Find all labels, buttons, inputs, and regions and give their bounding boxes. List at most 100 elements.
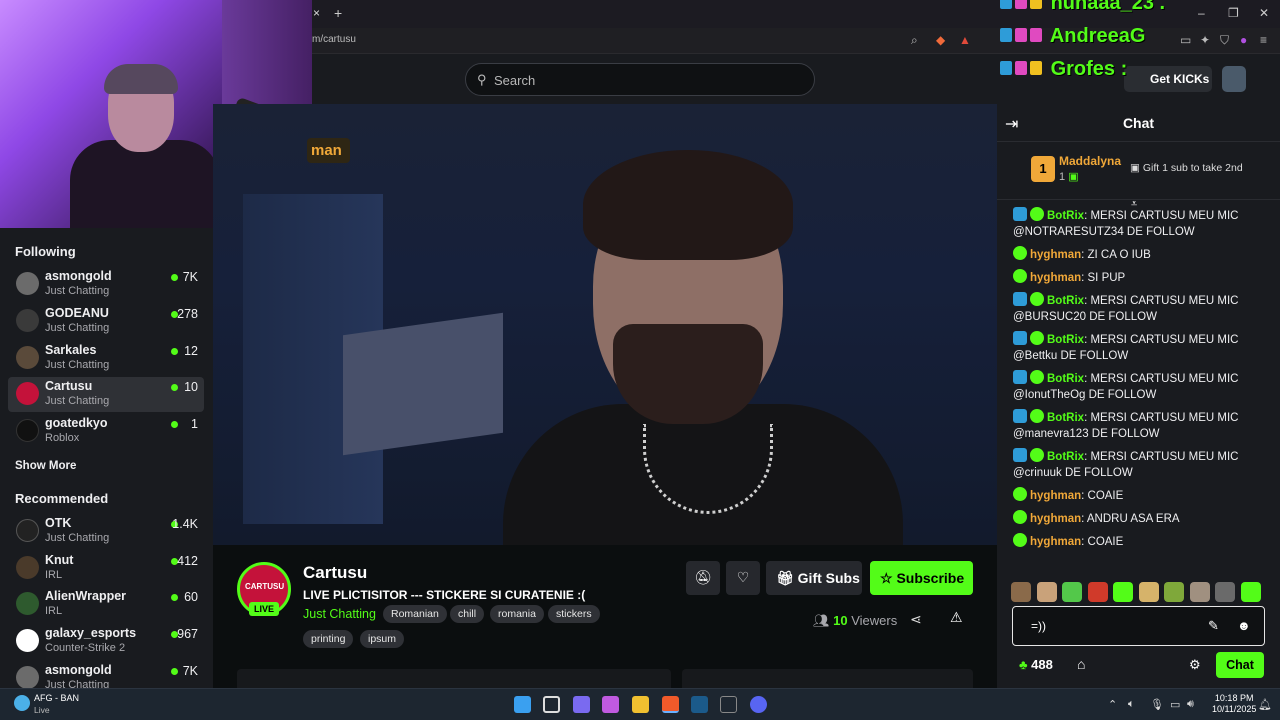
stream-tag[interactable]: chill xyxy=(450,605,485,623)
new-tab-button[interactable]: + xyxy=(334,5,342,21)
copilot-icon[interactable] xyxy=(573,696,590,713)
speaker-icon[interactable]: 🔈︎ xyxy=(1128,698,1135,711)
start-icon[interactable] xyxy=(514,696,531,713)
close-window-button[interactable]: ✕ xyxy=(1259,6,1269,20)
emote-icon[interactable] xyxy=(1011,582,1031,602)
translate-icon[interactable]: ✎ xyxy=(1208,618,1219,634)
follow-button[interactable]: ♡ xyxy=(726,561,760,595)
webcam-person-body xyxy=(70,140,220,228)
chat-username[interactable]: BotRix xyxy=(1047,210,1084,222)
stream-category-link[interactable]: Just Chatting xyxy=(303,607,376,621)
sidebar-channel[interactable]: GODEANU Just Chatting 278 xyxy=(8,304,204,339)
send-chat-button[interactable]: Chat xyxy=(1216,652,1264,678)
quick-emotes xyxy=(1011,582,1267,604)
wallet-icon[interactable]: ⛉ xyxy=(1220,33,1229,48)
emote-icon[interactable] xyxy=(1087,582,1108,602)
emote-icon[interactable] xyxy=(1062,582,1082,602)
emoji-icon[interactable]: ☻ xyxy=(1237,618,1251,633)
zoom-icon[interactable]: ⌕ xyxy=(911,33,918,48)
chat-username[interactable]: BotRix xyxy=(1047,412,1084,424)
sidebar-channel[interactable]: asmongold Just Chatting 7K xyxy=(8,267,204,302)
rewards-icon[interactable]: ▲ xyxy=(959,33,971,47)
brave-browser-icon[interactable] xyxy=(662,696,679,713)
show-more-link[interactable]: Show More xyxy=(15,460,76,472)
user-avatar[interactable] xyxy=(1222,66,1246,92)
chat-username[interactable]: hyghman xyxy=(1030,272,1081,284)
discord-icon[interactable] xyxy=(750,696,767,713)
extensions-icon[interactable]: ✦ xyxy=(1200,33,1210,47)
sidebar-channel[interactable]: galaxy_esports Counter-Strike 2 967 xyxy=(8,624,204,659)
viewers-label: Viewers xyxy=(851,613,898,628)
subscribe-button[interactable]: ☆ Subscribe xyxy=(870,561,973,595)
chat-username[interactable]: hyghman xyxy=(1030,249,1081,261)
stream-tag[interactable]: printing xyxy=(303,630,354,648)
network-icon[interactable]: ▭ xyxy=(1170,698,1180,711)
sidebar-channel[interactable]: goatedkyo Roblox 1 xyxy=(8,414,204,449)
leader-username[interactable]: Maddalyna xyxy=(1059,154,1121,168)
bot-badge-icon xyxy=(1013,292,1027,306)
tray-chevron-icon[interactable]: ⌃ xyxy=(1108,698,1117,711)
emote-icon[interactable] xyxy=(1138,582,1159,602)
emote-icon[interactable] xyxy=(1164,582,1184,602)
chat-username[interactable]: hyghman xyxy=(1030,513,1081,525)
report-icon[interactable]: ⚠ xyxy=(950,609,963,626)
avatar xyxy=(16,592,39,615)
video-background-box xyxy=(343,312,503,456)
chat-username[interactable]: BotRix xyxy=(1047,451,1084,463)
chat-username[interactable]: BotRix xyxy=(1047,373,1084,385)
chat-message: hyghman: SI PUP xyxy=(997,266,1280,289)
file-explorer-icon[interactable] xyxy=(632,696,649,713)
live-dot-icon xyxy=(171,348,178,355)
teams-icon[interactable] xyxy=(602,696,619,713)
emote-icon[interactable] xyxy=(1036,582,1057,602)
brave-shield-icon[interactable]: ◆ xyxy=(936,33,945,47)
clock[interactable]: 10:18 PM 10/11/2025 xyxy=(1212,693,1256,715)
sidebar-icon[interactable]: ▭ xyxy=(1180,33,1191,47)
emote-icon[interactable] xyxy=(1215,582,1235,602)
channel-name[interactable]: Cartusu xyxy=(303,563,367,583)
points-icon: ♣ xyxy=(1019,657,1028,672)
menu-icon[interactable]: ≡ xyxy=(1260,33,1267,47)
sidebar-channel[interactable]: OTK Just Chatting 1.4K xyxy=(8,514,204,549)
emote-icon[interactable] xyxy=(1240,582,1261,602)
app-icon[interactable] xyxy=(720,696,737,713)
viewers-icon: 👥︎ xyxy=(813,613,830,628)
volume-icon[interactable]: 🔊︎ xyxy=(1187,698,1194,711)
share-icon[interactable]: ⋖ xyxy=(910,611,922,628)
chat-username[interactable]: BotRix xyxy=(1047,334,1084,346)
maximize-button[interactable]: ❐ xyxy=(1228,6,1239,20)
chat-message: BotRix: MERSI CARTUSU MEU MIC @IonutTheO… xyxy=(997,367,1280,406)
gift-subs-button[interactable]: 🎁︎ Gift Subs xyxy=(766,561,862,595)
sports-score[interactable]: AFG - BAN xyxy=(34,693,79,703)
vpn-icon[interactable]: ● xyxy=(1240,33,1247,47)
notifications-off-button[interactable]: 🔕︎ xyxy=(686,561,720,595)
search-input[interactable]: ⚲ Search xyxy=(465,63,815,96)
sidebar-channel[interactable]: Sarkales Just Chatting 12 xyxy=(8,341,204,376)
stream-tag[interactable]: Romanian xyxy=(383,605,447,623)
url-text[interactable]: m/cartusu xyxy=(312,34,356,45)
emote-icon[interactable] xyxy=(1113,582,1133,602)
notifications-icon[interactable]: 🔔︎ xyxy=(1258,698,1272,711)
sidebar-channel[interactable]: Knut IRL 412 xyxy=(8,551,204,586)
stream-tag[interactable]: romania xyxy=(490,605,544,623)
chat-username[interactable]: hyghman xyxy=(1030,536,1081,548)
chat-username[interactable]: BotRix xyxy=(1047,295,1084,307)
task-view-icon[interactable] xyxy=(543,696,560,713)
gift-prompt[interactable]: ▣ Gift 1 sub to take 2nd xyxy=(1130,162,1243,174)
steam-icon[interactable] xyxy=(691,696,708,713)
sidebar-channel-active[interactable]: Cartusu Just Chatting 10 xyxy=(8,377,204,412)
minimize-button[interactable]: – xyxy=(1198,6,1205,20)
video-player[interactable]: man xyxy=(213,104,997,545)
emote-icon[interactable] xyxy=(1189,582,1210,602)
stream-tag[interactable]: stickers xyxy=(548,605,600,623)
gear-icon[interactable]: ⚙ xyxy=(1189,657,1201,673)
store-icon[interactable]: ⌂ xyxy=(1077,656,1085,672)
mic-icon[interactable]: 🎙︎ xyxy=(1150,698,1164,711)
channel-points[interactable]: ♣ 488 xyxy=(1019,657,1053,672)
get-kicks-button[interactable]: Get KICKs xyxy=(1124,66,1212,92)
sidebar-channel[interactable]: AlienWrapper IRL 60 xyxy=(8,587,204,622)
chat-input[interactable]: =)) ✎ ☻ xyxy=(1012,606,1265,646)
stream-tag[interactable]: ipsum xyxy=(360,630,405,648)
chat-username[interactable]: hyghman xyxy=(1030,490,1081,502)
sports-widget-icon[interactable] xyxy=(14,695,30,711)
